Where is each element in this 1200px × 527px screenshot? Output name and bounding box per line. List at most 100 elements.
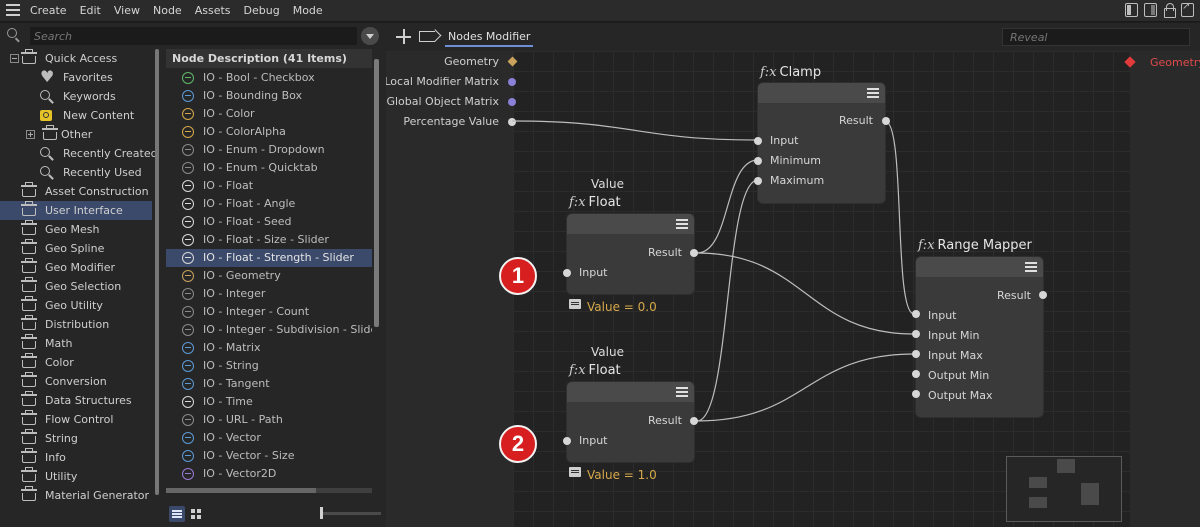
menu-create[interactable]: Create: [30, 0, 80, 22]
node-header[interactable]: [916, 257, 1043, 277]
node-list-item[interactable]: IO - Bool - Checkbox: [166, 69, 372, 87]
lock-icon[interactable]: [1163, 3, 1176, 18]
tree-item-geo-utility[interactable]: Geo Utility: [0, 296, 152, 315]
tree-item-geo-modifier[interactable]: Geo Modifier: [0, 258, 152, 277]
tree-item-conversion[interactable]: Conversion: [0, 372, 152, 391]
node-list-item[interactable]: IO - ColorAlpha: [166, 123, 372, 141]
tree-item-data-structures[interactable]: Data Structures: [0, 391, 152, 410]
float1-result-port[interactable]: [690, 249, 698, 257]
collapse-icon[interactable]: [10, 54, 19, 63]
tree-item-geo-mesh[interactable]: Geo Mesh: [0, 220, 152, 239]
node-list-item[interactable]: IO - Float - Seed: [166, 213, 372, 231]
node-list-item[interactable]: IO - Color: [166, 105, 372, 123]
tree-scrollbar[interactable]: [155, 49, 159, 495]
clamp-node[interactable]: Result Input Minimum Maximum: [758, 83, 885, 203]
slider-handle[interactable]: [320, 507, 323, 519]
node-menu-icon[interactable]: [867, 87, 879, 99]
range-output-max-port[interactable]: [912, 390, 920, 398]
tree-item-string[interactable]: String: [0, 429, 152, 448]
node-list-item[interactable]: IO - Enum - Dropdown: [166, 141, 372, 159]
node-list-item[interactable]: IO - Vector - Size: [166, 447, 372, 465]
menu-edit[interactable]: Edit: [80, 0, 114, 22]
tag-icon[interactable]: [419, 31, 435, 42]
thumbnail-size-slider[interactable]: [321, 512, 381, 515]
tree-item-info[interactable]: Info: [0, 448, 152, 467]
node-list-item[interactable]: IO - String: [166, 357, 372, 375]
menu-mode[interactable]: Mode: [293, 0, 336, 22]
menu-node[interactable]: Node: [153, 0, 195, 22]
node-header[interactable]: [758, 83, 885, 103]
browser-search-input[interactable]: [30, 27, 357, 45]
node-header[interactable]: [567, 214, 694, 234]
tree-item-favorites[interactable]: ♥ Favorites: [0, 68, 152, 87]
clamp-input-port[interactable]: [754, 137, 762, 145]
layout-right-icon[interactable]: [1144, 3, 1157, 17]
tree-item-geo-selection[interactable]: Geo Selection: [0, 277, 152, 296]
layout-left-icon[interactable]: [1125, 3, 1138, 17]
node-list-item[interactable]: IO - Integer - Subdivision - Slider: [166, 321, 372, 339]
hamburger-menu-icon[interactable]: [6, 4, 20, 17]
tree-item-flow-control[interactable]: Flow Control: [0, 410, 152, 429]
expand-window-icon[interactable]: [1181, 1, 1194, 17]
horizontal-scrollbar[interactable]: [166, 488, 372, 493]
node-list-item[interactable]: IO - Time: [166, 393, 372, 411]
range-mapper-node[interactable]: Result Input Input Min Input Max Output …: [916, 257, 1043, 417]
tree-item-quick-access[interactable]: Quick Access: [0, 49, 152, 68]
range-result-port[interactable]: [1039, 291, 1047, 299]
expand-icon[interactable]: [26, 130, 35, 139]
node-menu-icon[interactable]: [676, 386, 688, 398]
node-menu-icon[interactable]: [676, 218, 688, 230]
node-list-item[interactable]: IO - Float: [166, 177, 372, 195]
menu-debug[interactable]: Debug: [244, 0, 293, 22]
reveal-search-input[interactable]: [1002, 28, 1190, 46]
float1-input-port[interactable]: [563, 269, 571, 277]
node-list-item[interactable]: IO - Integer - Count: [166, 303, 372, 321]
node-list-item[interactable]: IO - Vector2D: [166, 465, 372, 483]
node-list-item[interactable]: IO - Float - Angle: [166, 195, 372, 213]
node-list-item[interactable]: IO - Bounding Box: [166, 87, 372, 105]
tree-item-utility[interactable]: Utility: [0, 467, 152, 486]
range-input-min-port[interactable]: [912, 330, 920, 338]
tree-item-recently-used[interactable]: Recently Used: [0, 163, 152, 182]
range-input-max-port[interactable]: [912, 350, 920, 358]
percentage-value-port[interactable]: [508, 118, 516, 126]
node-header[interactable]: [567, 382, 694, 402]
tree-item-math[interactable]: Math: [0, 334, 152, 353]
tree-item-user-interface[interactable]: User Interface: [0, 201, 152, 220]
node-list-item[interactable]: IO - Geometry: [166, 267, 372, 285]
clamp-minimum-port[interactable]: [754, 157, 762, 165]
node-list-item[interactable]: IO - URL - Path: [166, 411, 372, 429]
float2-result-port[interactable]: [690, 417, 698, 425]
tree-item-geo-spline[interactable]: Geo Spline: [0, 239, 152, 258]
menu-view[interactable]: View: [114, 0, 153, 22]
grid-view-icon[interactable]: [188, 506, 204, 522]
tree-item-recently-created[interactable]: Recently Created: [0, 144, 158, 163]
local-matrix-port[interactable]: [508, 78, 516, 86]
float2-node[interactable]: Result Input: [567, 382, 694, 462]
node-list-item[interactable]: IO - Vector: [166, 429, 372, 447]
tab-nodes-modifier[interactable]: Nodes Modifier: [445, 29, 534, 47]
tree-item-material-generator[interactable]: Material Generator: [0, 486, 152, 505]
range-input-port[interactable]: [912, 310, 920, 318]
global-matrix-port[interactable]: [508, 98, 516, 106]
range-output-min-port[interactable]: [912, 370, 920, 378]
tree-item-keywords[interactable]: Keywords: [0, 87, 152, 106]
add-icon[interactable]: [396, 29, 411, 44]
tree-item-other[interactable]: Other: [0, 125, 152, 144]
node-menu-icon[interactable]: [1025, 261, 1037, 273]
tree-item-asset-construction[interactable]: Asset Construction: [0, 182, 152, 201]
node-list-item[interactable]: IO - Integer: [166, 285, 372, 303]
node-list-scrollbar[interactable]: [374, 59, 379, 327]
node-list-item[interactable]: IO - Enum - Quicktab: [166, 159, 372, 177]
tree-item-color[interactable]: Color: [0, 353, 152, 372]
graph-minimap[interactable]: [1006, 456, 1122, 522]
clamp-result-port[interactable]: [882, 117, 890, 125]
clamp-maximum-port[interactable]: [754, 177, 762, 185]
float2-input-port[interactable]: [563, 437, 571, 445]
list-view-icon[interactable]: [169, 506, 185, 522]
node-list-item[interactable]: IO - Float - Strength - Slider: [166, 249, 372, 267]
node-list-item[interactable]: IO - Tangent: [166, 375, 372, 393]
float1-node[interactable]: Result Input: [567, 214, 694, 294]
menu-assets[interactable]: Assets: [195, 0, 244, 22]
tree-item-distribution[interactable]: Distribution: [0, 315, 152, 334]
